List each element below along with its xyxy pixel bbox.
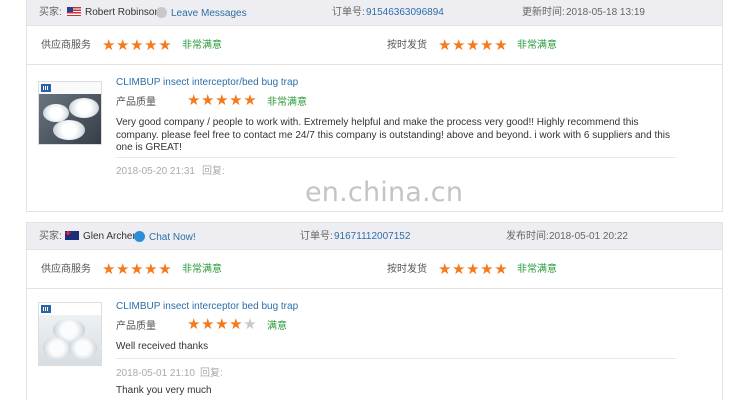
on-time-delivery-stars: ★★★★★ <box>438 37 509 54</box>
service-ratings: 供应商服务 ★★★★★ 非常满意 按时发货 ★★★★★ 非常满意 <box>27 250 722 289</box>
buyer-label: 买家: <box>39 231 62 242</box>
trap-disc-icon <box>43 337 71 359</box>
review-comment: Well received thanks <box>116 341 209 352</box>
grey-status-dot-icon <box>156 7 167 18</box>
trap-disc-icon <box>69 337 97 359</box>
product-title-link[interactable]: CLIMBUP insect interceptor bed bug trap <box>116 301 298 313</box>
order-no-link[interactable]: 91671112007152 <box>334 231 410 243</box>
reply-label: 回复: <box>202 166 225 177</box>
trap-disc-icon <box>69 98 99 118</box>
leave-messages-link[interactable]: Leave Messages <box>156 7 247 20</box>
product-quality-label: 产品质量 <box>116 321 156 332</box>
supplier-service-text: 非常满意 <box>182 40 222 51</box>
product-quality-text: 满意 <box>267 321 287 332</box>
reply-text: Thank you very much <box>116 385 212 396</box>
blue-chat-dot-icon <box>134 231 145 242</box>
comment-date: 2018-05-01 21:10 <box>116 368 195 379</box>
us-flag-icon <box>67 7 81 16</box>
watermark: en.china.cn <box>305 177 464 208</box>
product-thumbnail[interactable] <box>38 302 102 366</box>
order-no-label: 订单号: <box>300 231 333 242</box>
chat-now-label: Chat Now! <box>149 232 196 243</box>
review-header: 买家: Glen Archer Chat Now! 订单号: 916711120… <box>27 223 722 250</box>
order-no-label: 订单号: <box>332 7 365 18</box>
product-quality-text: 非常满意 <box>267 97 307 108</box>
published-label: 发布时间: <box>506 231 549 242</box>
on-time-delivery-stars: ★★★★★ <box>438 261 509 278</box>
review-card: 买家: Glen Archer Chat Now! 订单号: 916711120… <box>26 222 723 400</box>
spacer <box>0 212 750 222</box>
buyer-name: Glen Archer <box>83 231 136 242</box>
product-quality-stars: ★★★★★ <box>187 92 258 109</box>
product-badge-icon <box>41 84 51 92</box>
supplier-service-label: 供应商服务 <box>41 264 91 275</box>
supplier-service-text: 非常满意 <box>182 264 222 275</box>
review-date: 2018-05-18 13:19 <box>566 7 645 18</box>
supplier-service-stars: ★★★★★ <box>102 261 173 278</box>
product-quality-label: 产品质量 <box>116 97 156 108</box>
order-no-link[interactable]: 91546363096894 <box>366 7 444 19</box>
buyer: Robert Robinson <box>67 7 160 19</box>
updated-label: 更新时间: <box>522 7 565 18</box>
product-title-link[interactable]: CLIMBUP insect interceptor/bed bug trap <box>116 77 298 89</box>
divider <box>116 358 676 359</box>
supplier-service-stars: ★★★★★ <box>102 37 173 54</box>
service-ratings: 供应商服务 ★★★★★ 非常满意 按时发货 ★★★★★ 非常满意 <box>27 26 722 65</box>
on-time-delivery-label: 按时发货 <box>387 40 427 51</box>
divider <box>116 157 676 158</box>
on-time-delivery-text: 非常满意 <box>517 264 557 275</box>
on-time-delivery-label: 按时发货 <box>387 264 427 275</box>
buyer: Glen Archer <box>65 231 136 243</box>
buyer-label: 买家: <box>39 7 62 18</box>
review-comment: Very good company / people to work with.… <box>116 117 671 153</box>
chat-now-link[interactable]: Chat Now! <box>134 231 196 244</box>
product-quality-stars: ★★★★★ <box>187 316 258 333</box>
leave-messages-label: Leave Messages <box>171 8 247 19</box>
trap-disc-icon <box>53 120 85 140</box>
au-flag-icon <box>65 231 79 240</box>
review-header: 买家: Robert Robinson Leave Messages 订单号: … <box>27 0 722 26</box>
reply-label: 回复: <box>200 368 223 379</box>
buyer-name: Robert Robinson <box>85 7 161 18</box>
on-time-delivery-text: 非常满意 <box>517 40 557 51</box>
product-badge-icon <box>41 305 51 313</box>
supplier-service-label: 供应商服务 <box>41 40 91 51</box>
comment-date: 2018-05-20 21:31 <box>116 166 195 177</box>
product-thumbnail[interactable] <box>38 81 102 145</box>
review-date: 2018-05-01 20:22 <box>549 231 628 242</box>
